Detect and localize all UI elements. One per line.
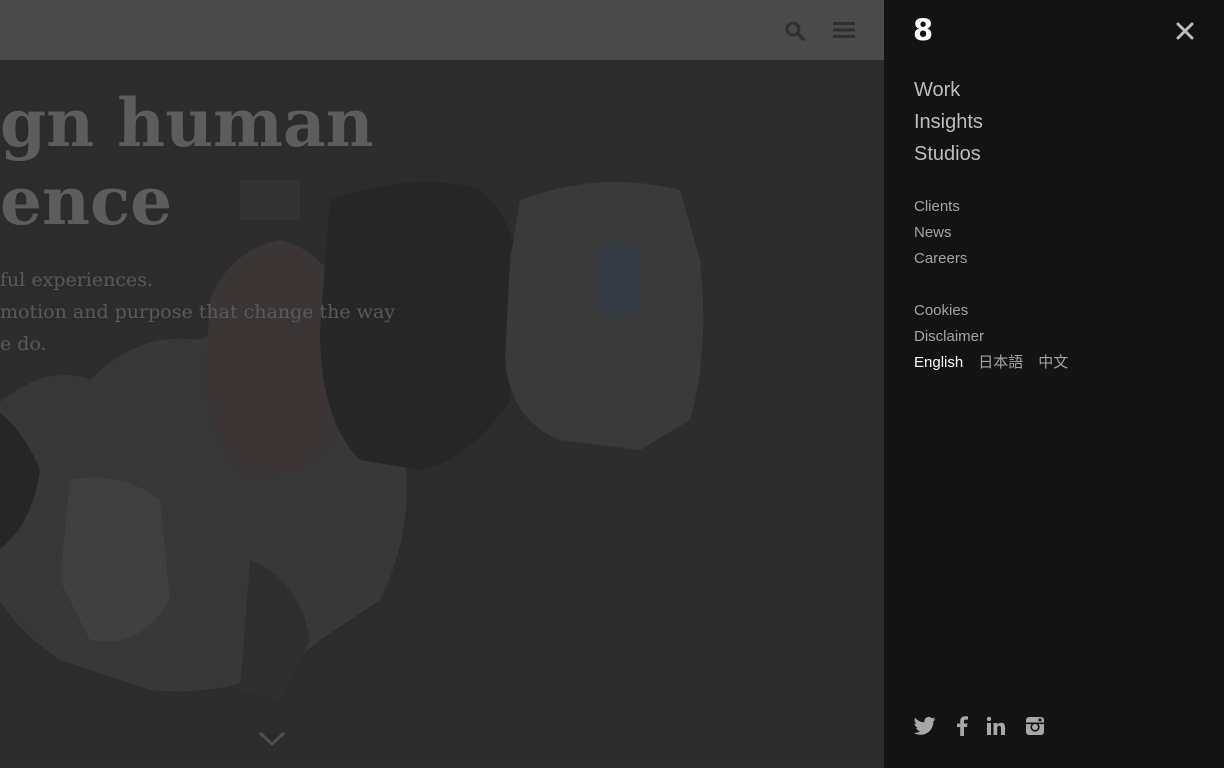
nav-item-disclaimer[interactable]: Disclaimer	[914, 324, 984, 350]
nav-item-clients[interactable]: Clients	[914, 194, 967, 220]
twitter-icon[interactable]	[914, 716, 936, 736]
nav-item-news[interactable]: News	[914, 220, 967, 246]
hamburger-menu-icon[interactable]	[833, 20, 855, 40]
primary-nav: Work Insights Studios	[914, 74, 983, 170]
linkedin-icon[interactable]	[986, 716, 1006, 736]
logo[interactable]: 8	[913, 14, 933, 46]
hero-headline-line: gn human	[0, 84, 374, 162]
language-chinese[interactable]: 中文	[1038, 354, 1068, 371]
nav-item-work[interactable]: Work	[914, 74, 983, 106]
hero-copy: ful experiences. motion and purpose that…	[0, 264, 395, 360]
nav-item-careers[interactable]: Careers	[914, 246, 967, 272]
background-page: gn human ence ful experiences. motion an…	[0, 0, 884, 768]
language-english[interactable]: English	[914, 354, 963, 371]
nav-item-insights[interactable]: Insights	[914, 106, 983, 138]
instagram-icon[interactable]	[1025, 716, 1045, 736]
language-japanese[interactable]: 日本語	[978, 354, 1023, 371]
navigation-panel: 8 Work Insights Studios Clients News Car…	[884, 0, 1224, 768]
hero-headline: gn human ence	[0, 84, 374, 240]
close-icon[interactable]	[1176, 22, 1194, 40]
chevron-down-icon[interactable]	[257, 730, 287, 748]
language-switcher: English 日本語 中文	[914, 350, 1083, 376]
hero-headline-line: ence	[0, 162, 173, 240]
top-bar	[0, 0, 884, 60]
nav-item-studios[interactable]: Studios	[914, 138, 983, 170]
hero-copy-line: motion and purpose that change the way	[0, 301, 396, 323]
hero-copy-line: e do.	[0, 333, 47, 355]
legal-nav: Cookies Disclaimer	[914, 298, 984, 350]
hero-copy-line: ful experiences.	[0, 269, 154, 291]
secondary-nav: Clients News Careers	[914, 194, 967, 272]
nav-item-cookies[interactable]: Cookies	[914, 298, 984, 324]
facebook-icon[interactable]	[956, 716, 968, 736]
search-icon[interactable]	[784, 20, 806, 42]
